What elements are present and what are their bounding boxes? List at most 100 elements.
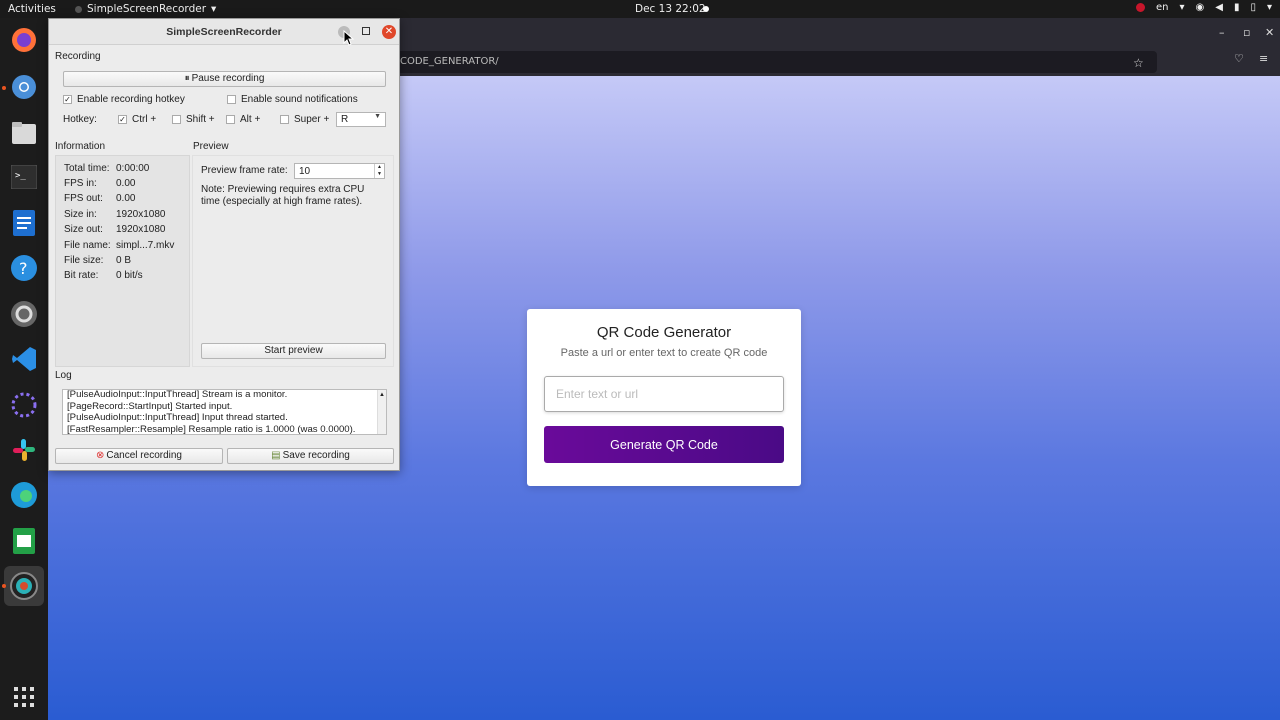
running-indicator (2, 584, 6, 588)
shift-checkbox[interactable]: Shift + (172, 114, 215, 125)
preview-note: Note: Previewing requires extra CPU time… (201, 184, 365, 207)
super-checkbox[interactable]: Super + (280, 114, 329, 125)
top-bar: Activities SimpleScreenRecorder ▾ Dec 13… (0, 0, 1280, 18)
alt-label: Alt + (240, 114, 261, 125)
start-preview-button[interactable]: Start preview (201, 343, 386, 359)
preview-rate-spinbox[interactable]: 10 ▲ ▼ (294, 163, 385, 179)
spin-arrows-icon[interactable]: ▲ ▼ (374, 164, 384, 178)
volume-icon: ◀ (1215, 2, 1223, 13)
info-fps-out: FPS out: 0.00 (64, 193, 135, 204)
info-key: Size out: (64, 224, 103, 235)
ctrl-checkbox[interactable]: ✓ Ctrl + (118, 114, 156, 125)
info-file-size: File size: 0 B (64, 255, 131, 266)
enable-sound-checkbox[interactable]: Enable sound notifications (227, 94, 358, 105)
simplescreenrecorder-icon[interactable] (4, 566, 44, 606)
language-indicator[interactable]: en (1156, 2, 1169, 13)
url-bar[interactable]: CODE_GENERATOR/ ☆ (400, 51, 1157, 73)
wifi-icon: ◉ (1195, 2, 1205, 13)
info-key: FPS in: (64, 178, 97, 189)
info-key: Total time: (64, 163, 110, 174)
cancel-icon: ⊗ (96, 450, 105, 461)
info-key: File size: (64, 255, 104, 266)
info-size-out: Size out: 1920x1080 (64, 224, 166, 235)
log-output[interactable]: [PulseAudioInput::InputThread] Stream is… (62, 389, 387, 435)
activities-button[interactable]: Activities (8, 3, 56, 15)
recording-indicator-icon (703, 6, 709, 12)
enable-sound-label: Enable sound notifications (241, 94, 358, 105)
info-value: 0 bit/s (116, 270, 143, 281)
enable-hotkey-checkbox[interactable]: ✓ Enable recording hotkey (63, 94, 185, 105)
files-icon[interactable] (8, 117, 40, 149)
slack-icon[interactable] (8, 434, 40, 466)
show-apps-icon[interactable] (8, 681, 40, 713)
bookmark-star-icon[interactable]: ☆ (1133, 56, 1144, 70)
info-key: Size in: (64, 209, 97, 220)
minimize-icon[interactable]: – (1219, 26, 1225, 39)
shift-label: Shift + (186, 114, 215, 125)
chromium-icon[interactable] (8, 71, 40, 103)
cancel-recording-button[interactable]: ⊗ Cancel recording (55, 448, 223, 464)
checkbox-checked: ✓ (118, 115, 127, 124)
help-icon[interactable]: ? (8, 252, 40, 284)
checkbox-unchecked (280, 115, 289, 124)
calc-icon[interactable] (8, 525, 40, 557)
info-size-in: Size in: 1920x1080 (64, 209, 166, 220)
pocket-icon[interactable]: ♡ (1234, 52, 1244, 65)
terminal-icon[interactable]: >_ (8, 161, 40, 193)
close-icon[interactable]: ✕ (1265, 26, 1274, 39)
svg-text:?: ? (19, 259, 28, 278)
info-value: 1920x1080 (116, 224, 166, 235)
info-total-time: Total time: 0:00:00 (64, 163, 149, 174)
close-button[interactable]: ✕ (382, 25, 396, 39)
app-menu[interactable]: SimpleScreenRecorder ▾ (75, 3, 216, 15)
log-scrollbar[interactable]: ▲▼ (377, 390, 386, 434)
information-group-label: Information (55, 141, 106, 152)
qr-card: QR Code Generator Paste a url or enter t… (527, 309, 801, 486)
clock[interactable]: Dec 13 22:02 (635, 3, 706, 15)
maximize-button[interactable] (362, 27, 370, 35)
checkbox-unchecked (227, 95, 236, 104)
info-fps-in: FPS in: 0.00 (64, 178, 135, 189)
restore-icon[interactable]: ▫ (1243, 26, 1250, 39)
qr-text-input[interactable] (544, 376, 784, 412)
ubuntu-icon (1135, 3, 1145, 12)
save-recording-button[interactable]: ▤ Save recording (227, 448, 394, 464)
info-file-name: File name: simpl...7.mkv (64, 240, 174, 251)
edge-icon[interactable] (8, 479, 40, 511)
checkbox-unchecked (226, 115, 235, 124)
save-icon: ▤ (271, 450, 281, 461)
alt-checkbox[interactable]: Alt + (226, 114, 260, 125)
info-key: File name: (64, 240, 111, 251)
system-tray[interactable]: en ▾ ◉ ◀ ▮ ▯ ▾ (1135, 2, 1272, 13)
info-key: Bit rate: (64, 270, 99, 281)
qr-subtitle: Paste a url or enter text to create QR c… (560, 347, 768, 359)
hotkey-label: Hotkey: (63, 114, 97, 125)
chevron-down-icon: ▼ (374, 113, 381, 120)
cancel-recording-label: Cancel recording (106, 450, 182, 461)
super-label: Super + (294, 114, 330, 125)
qr-title: QR Code Generator (596, 324, 732, 341)
pause-recording-button[interactable]: ⏸ Pause recording (63, 71, 386, 87)
hotkey-key-select[interactable]: R ▼ (336, 112, 386, 127)
battery-icon: ▯ (1250, 2, 1256, 13)
mic-icon: ▮ (1233, 2, 1240, 13)
generate-qr-button[interactable]: Generate QR Code (544, 426, 784, 463)
info-value: simpl...7.mkv (116, 240, 175, 251)
log-line: [FastResampler::Resample] Resample ratio… (67, 423, 356, 435)
settings-icon[interactable] (8, 298, 40, 330)
screenshot-tool-icon[interactable] (8, 389, 40, 421)
firefox-icon[interactable] (8, 24, 40, 56)
log-line: [PulseAudioInput::InputThread] Stream is… (67, 389, 288, 400)
menu-icon[interactable]: ≡ (1259, 52, 1268, 65)
vscode-icon[interactable] (8, 343, 40, 375)
info-value: 0.00 (116, 178, 136, 189)
pause-icon: ⏸ (184, 73, 190, 84)
ssr-window: SimpleScreenRecorder ✕ Recording ⏸ Pause … (48, 18, 400, 471)
checkbox-unchecked (172, 115, 181, 124)
hotkey-key-value: R (341, 114, 349, 125)
preview-rate-value: 10 (299, 166, 311, 177)
preview-group-label: Preview (193, 141, 229, 152)
info-value: 0.00 (116, 193, 136, 204)
preview-panel: Preview frame rate: 10 ▲ ▼ Note: Previewi… (192, 155, 394, 367)
writer-icon[interactable] (8, 207, 40, 239)
